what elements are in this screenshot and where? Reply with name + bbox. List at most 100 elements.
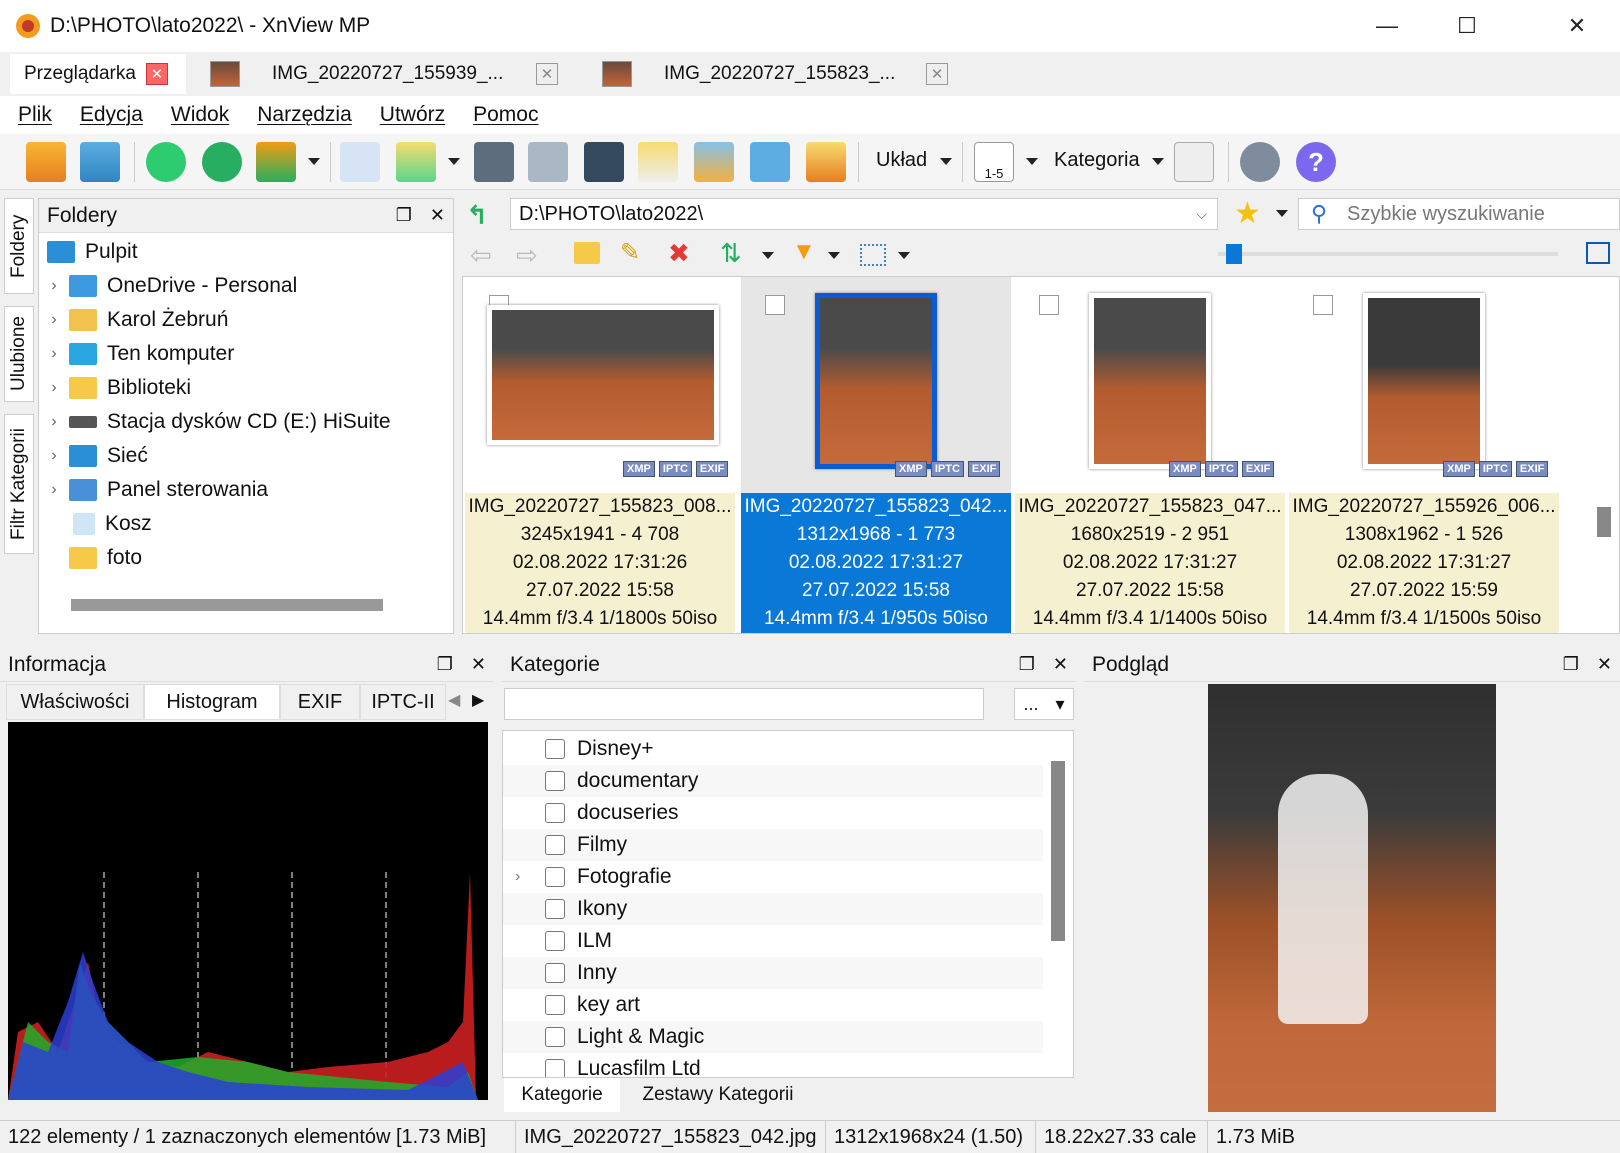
rotate-right-icon[interactable] <box>202 142 242 182</box>
category-item[interactable]: documentary <box>503 765 1043 797</box>
favorite-star-icon[interactable]: ★ <box>1234 196 1261 231</box>
category-checkbox[interactable] <box>545 963 565 983</box>
sort-icon[interactable]: ⇅ <box>720 238 742 269</box>
close-panel-icon[interactable]: ✕ <box>430 205 445 226</box>
tab-image-1[interactable]: IMG_20220727_155939_... ✕ <box>196 54 572 94</box>
category-filter-input[interactable] <box>504 688 984 720</box>
back-arrow-icon[interactable]: ⇦ <box>470 240 492 271</box>
tab-properties[interactable]: Właściwości <box>6 684 144 720</box>
category-checkbox[interactable] <box>545 867 565 887</box>
view-mode-icon[interactable] <box>860 244 886 266</box>
chevron-right-icon[interactable]: › <box>39 311 69 329</box>
tab-iptc[interactable]: IPTC-II <box>360 684 446 720</box>
tree-item-onedrive[interactable]: › OneDrive - Personal <box>39 269 297 303</box>
undock-icon[interactable]: ❐ <box>396 205 412 226</box>
chevron-right-icon[interactable]: › <box>39 413 69 431</box>
view-image-icon[interactable] <box>26 142 66 182</box>
settings-gear-icon[interactable] <box>1240 142 1280 182</box>
delete-icon[interactable]: ✖ <box>668 238 690 269</box>
favorites-dropdown-icon[interactable] <box>1276 210 1288 217</box>
print-icon[interactable] <box>528 142 568 182</box>
tree-item-libraries[interactable]: › Biblioteki <box>39 371 191 405</box>
chevron-right-icon[interactable]: › <box>39 481 69 499</box>
category-checkbox[interactable] <box>545 803 565 823</box>
category-item[interactable]: ILM <box>503 925 1043 957</box>
close-panel-icon[interactable]: ✕ <box>471 654 486 675</box>
rotate-left-icon[interactable] <box>146 142 186 182</box>
layout-button[interactable]: Układ <box>876 149 927 172</box>
thumbnail-item[interactable]: XMP IPTC EXIF IMG_20220727_155823_047... 1… <box>1015 277 1285 633</box>
category-button[interactable]: Kategoria <box>1054 149 1140 172</box>
chevron-right-icon[interactable]: › <box>39 379 69 397</box>
chevron-down-icon[interactable]: ⌵ <box>1196 206 1207 223</box>
close-panel-icon[interactable]: ✕ <box>1053 654 1068 675</box>
close-panel-icon[interactable]: ✕ <box>1597 654 1612 675</box>
binoculars-icon[interactable] <box>474 142 514 182</box>
tree-item-control-panel[interactable]: › Panel sterowania <box>39 473 268 507</box>
layout-dropdown-icon[interactable] <box>940 158 952 165</box>
category-item[interactable]: key art <box>503 989 1043 1021</box>
category-checkbox[interactable] <box>545 1059 565 1077</box>
close-window-button[interactable]: ✕ <box>1542 0 1612 52</box>
filter-dropdown-icon[interactable] <box>828 252 840 259</box>
filter-funnel-icon[interactable]: ▼ <box>792 238 816 266</box>
chevron-right-icon[interactable]: › <box>39 345 69 363</box>
menu-view[interactable]: Widok <box>171 103 229 127</box>
close-tab-icon[interactable]: ✕ <box>926 63 948 85</box>
tree-item-user[interactable]: › Karol Żebruń <box>39 303 228 337</box>
maximize-button[interactable]: ☐ <box>1432 0 1502 52</box>
transform-dropdown-icon[interactable] <box>308 158 320 165</box>
folder-tree-icon[interactable] <box>1174 142 1214 182</box>
export-dropdown-icon[interactable] <box>448 158 460 165</box>
zoom-slider-handle[interactable] <box>1226 244 1242 264</box>
category-checkbox[interactable] <box>545 771 565 791</box>
tree-item-foto[interactable]: foto <box>69 541 142 575</box>
chevron-right-icon[interactable]: › <box>39 277 69 295</box>
transform-icon[interactable] <box>256 142 296 182</box>
tab-scroll-right-icon[interactable]: ▶ <box>472 690 484 710</box>
category-item[interactable]: › Fotografie <box>503 861 1043 893</box>
tree-item-recycle-bin[interactable]: Kosz <box>69 507 152 541</box>
go-up-icon[interactable]: ↰ <box>466 200 496 230</box>
new-folder-icon[interactable] <box>574 242 600 264</box>
batch-convert-icon[interactable] <box>638 142 678 182</box>
category-checkbox[interactable] <box>545 931 565 951</box>
tree-item-desktop[interactable]: Pulpit <box>47 235 138 269</box>
slideshow-icon[interactable] <box>694 142 734 182</box>
close-tab-icon[interactable]: ✕ <box>536 63 558 85</box>
close-tab-icon[interactable]: ✕ <box>145 63 168 85</box>
tab-category-sets[interactable]: Zestawy Kategorii <box>620 1078 816 1112</box>
tab-categories[interactable]: Kategorie <box>504 1078 620 1112</box>
undock-icon[interactable]: ❐ <box>1563 654 1579 675</box>
forward-arrow-icon[interactable]: ⇨ <box>516 240 538 271</box>
thumbnail-item-selected[interactable]: XMP IPTC EXIF IMG_20220727_155823_042... 1… <box>741 277 1011 633</box>
menu-help[interactable]: Pomoc <box>473 103 538 127</box>
rename-pencil-icon[interactable]: ✎ <box>620 238 640 267</box>
wallpaper-icon[interactable] <box>806 142 846 182</box>
tab-histogram[interactable]: Histogram <box>144 684 280 720</box>
menu-create[interactable]: Utwórz <box>380 103 445 127</box>
vertical-scrollbar[interactable] <box>1051 761 1065 941</box>
menu-file[interactable]: Plik <box>18 103 52 127</box>
menu-edit[interactable]: Edycja <box>80 103 143 127</box>
tree-item-this-pc[interactable]: › Ten komputer <box>39 337 234 371</box>
thumbnail-checkbox[interactable] <box>1313 295 1333 315</box>
category-item[interactable]: Light & Magic <box>503 1021 1043 1053</box>
undock-icon[interactable]: ❐ <box>437 654 453 675</box>
category-item[interactable]: Filmy <box>503 829 1043 861</box>
sort-dropdown-icon[interactable] <box>762 252 774 259</box>
category-checkbox[interactable] <box>545 835 565 855</box>
sidetab-category-filter[interactable]: Filtr Kategorii <box>4 414 34 554</box>
camera-icon[interactable] <box>750 142 790 182</box>
tab-browser[interactable]: Przeglądarka ✕ <box>10 54 186 94</box>
rating-dropdown-icon[interactable] <box>1026 158 1038 165</box>
scanner-icon[interactable] <box>584 142 624 182</box>
horizontal-scrollbar[interactable] <box>71 599 383 611</box>
undock-icon[interactable]: ❐ <box>1019 654 1035 675</box>
tab-scroll-left-icon[interactable]: ◀ <box>448 690 460 710</box>
export-icon[interactable] <box>396 142 436 182</box>
tree-item-cd-drive[interactable]: › Stacja dysków CD (E:) HiSuite <box>39 405 390 439</box>
thumbnail-item[interactable]: XMP IPTC EXIF IMG_20220727_155926_006... 1… <box>1289 277 1559 633</box>
fullscreen-icon[interactable] <box>80 142 120 182</box>
category-checkbox[interactable] <box>545 995 565 1015</box>
